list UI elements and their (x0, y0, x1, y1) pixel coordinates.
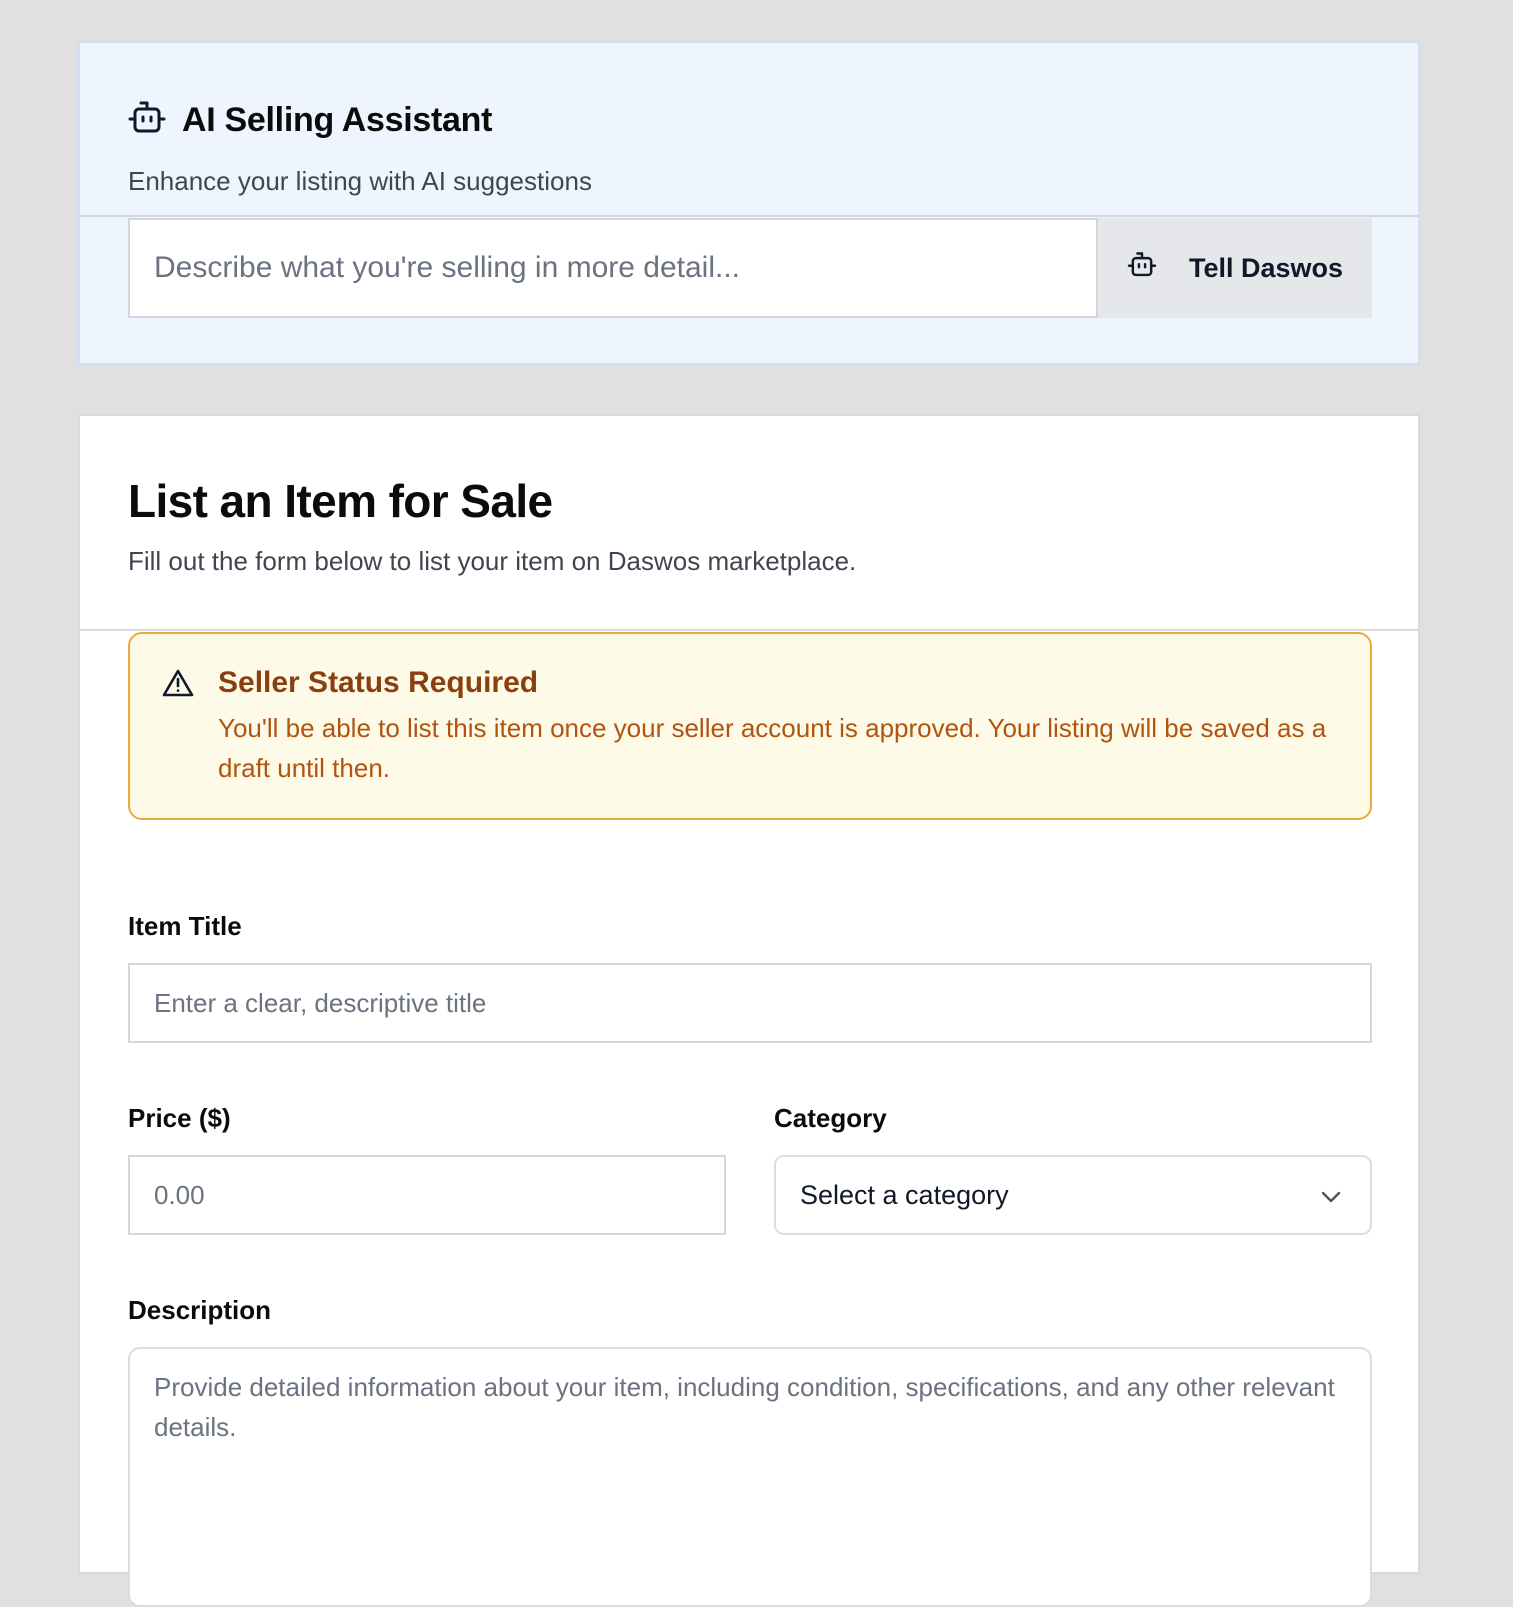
tell-daswos-label: Tell Daswos (1188, 252, 1344, 283)
warning-triangle-icon (162, 668, 194, 703)
category-select[interactable]: Select a category (774, 1155, 1372, 1235)
ai-assistant-card: AI Selling Assistant Enhance your listin… (78, 41, 1420, 365)
ai-assistant-input-row: Tell Daswos (128, 218, 1372, 318)
robot-icon (128, 101, 166, 140)
ai-assistant-header: AI Selling Assistant Enhance your listin… (80, 43, 1418, 217)
price-label: Price ($) (128, 1103, 231, 1133)
listing-form-header: List an Item for Sale Fill out the form … (80, 416, 1418, 631)
seller-status-alert: Seller Status Required You'll be able to… (128, 632, 1372, 820)
ai-assistant-subtitle: Enhance your listing with AI suggestions (128, 166, 592, 196)
robot-icon (1127, 251, 1157, 285)
item-title-label: Item Title (128, 911, 242, 941)
ai-description-input[interactable] (128, 218, 1098, 318)
ai-assistant-title: AI Selling Assistant (182, 101, 493, 139)
price-input[interactable] (128, 1155, 726, 1235)
description-label: Description (128, 1295, 272, 1325)
chevron-down-icon (1320, 1180, 1342, 1211)
alert-title: Seller Status Required (218, 666, 539, 699)
page-subtitle: Fill out the form below to list your ite… (128, 546, 857, 576)
alert-body: You'll be able to list this item once yo… (218, 713, 1327, 783)
tell-daswos-button[interactable]: Tell Daswos (1098, 218, 1372, 318)
description-textarea[interactable] (128, 1347, 1372, 1607)
ai-assistant-title-row: AI Selling Assistant (128, 101, 492, 140)
item-title-input[interactable] (128, 963, 1372, 1043)
listing-form-card: List an Item for Sale Fill out the form … (78, 414, 1420, 1607)
page-title: List an Item for Sale (128, 475, 553, 527)
category-label: Category (774, 1103, 887, 1133)
category-selected-value: Select a category (800, 1179, 1009, 1210)
